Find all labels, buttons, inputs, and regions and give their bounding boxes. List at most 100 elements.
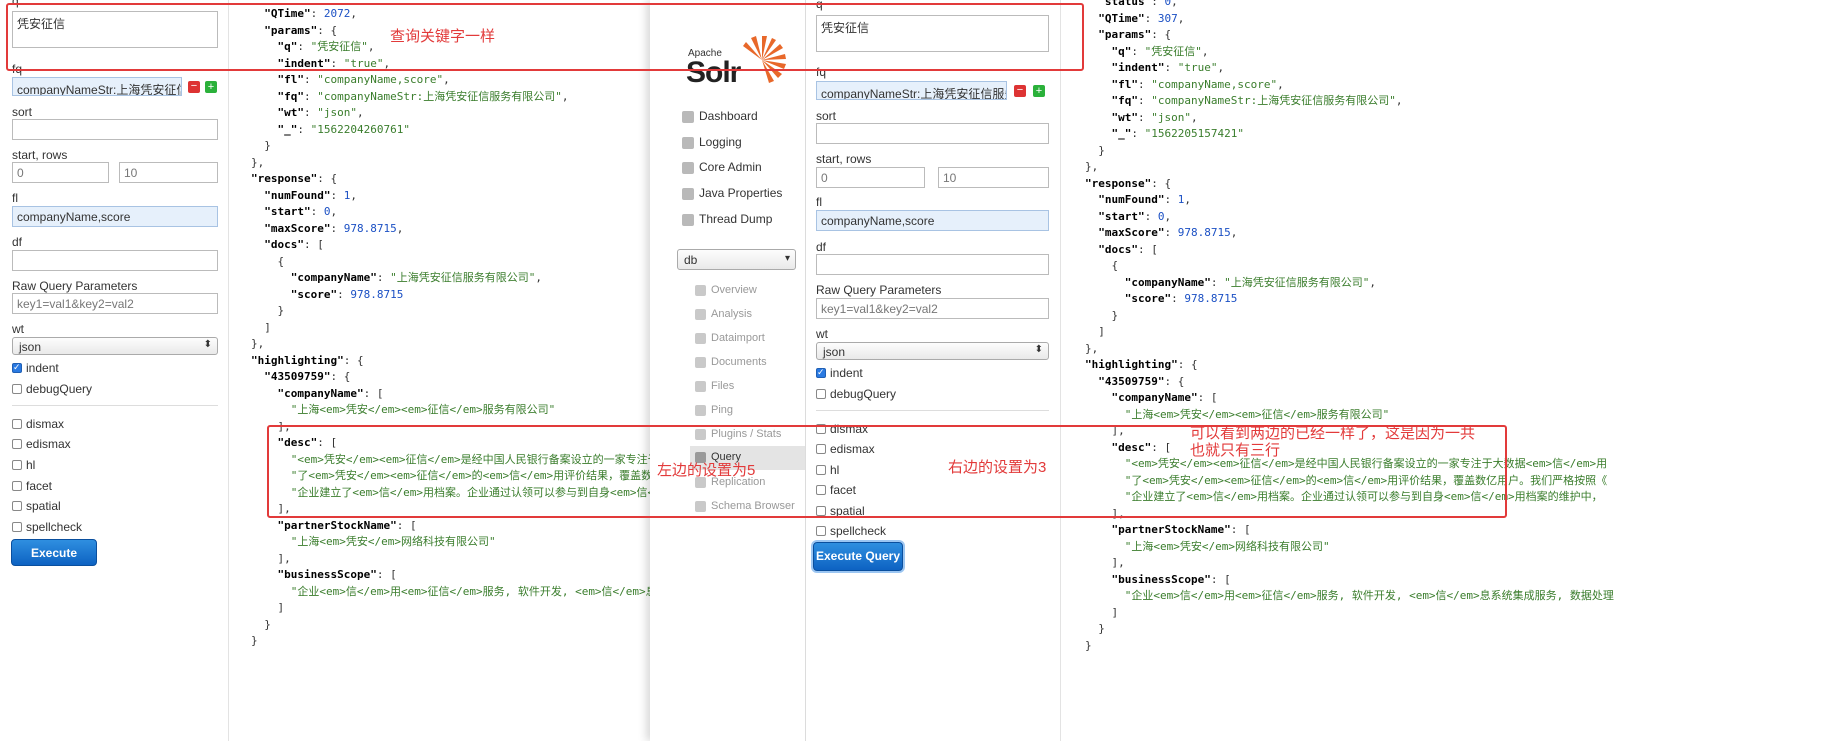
df-label: df bbox=[816, 240, 827, 254]
core-selector-value: db bbox=[684, 253, 698, 267]
fq-input[interactable]: companyNameStr:上海凭安征信服务有限公司 bbox=[816, 81, 1007, 100]
sort-input[interactable] bbox=[12, 119, 218, 140]
core-menu-ping[interactable]: Ping bbox=[711, 404, 733, 416]
dashboard-icon bbox=[682, 111, 694, 123]
right-json-line: ], bbox=[1085, 556, 1125, 569]
divider bbox=[12, 405, 218, 406]
select-arrows-icon: ⬍ bbox=[203, 339, 212, 350]
core-menu-analysis[interactable]: Analysis bbox=[711, 308, 752, 320]
hl-label: hl bbox=[26, 458, 36, 472]
right-json-line: "wt": "json", bbox=[1111, 110, 1198, 124]
wt-select[interactable]: json ⬍ bbox=[816, 342, 1049, 360]
wt-select[interactable]: json ⬍ bbox=[12, 337, 218, 355]
left-json-line: "start": 0, bbox=[264, 205, 338, 218]
wt-select-value: json bbox=[823, 345, 846, 359]
facet-label: facet bbox=[26, 479, 53, 493]
right-json-line: "上海<em>凭安</em><em>征信</em>服务有限公司" bbox=[1124, 407, 1390, 421]
indent-checkbox[interactable] bbox=[816, 367, 826, 378]
left-json-line: "上海<em>凭安</em><em>征信</em>服务有限公司" bbox=[290, 403, 556, 416]
debugquery-label: debugQuery bbox=[830, 387, 897, 401]
start-rows-label: start, rows bbox=[12, 148, 68, 162]
annotation-explanation: 可以看到两边的已经一样了，这是因为一共 也就只有三行 bbox=[1190, 425, 1476, 459]
left-response-json: "QTime": 2072, "params": { "q": "凭安征信", … bbox=[251, 6, 690, 650]
nav-thread-dump[interactable]: Thread Dump bbox=[699, 212, 772, 226]
raw-params-input[interactable]: key1=val1&key2=val2 bbox=[12, 293, 218, 314]
add-fq-button[interactable]: + bbox=[1033, 85, 1045, 97]
left-json-line: "fq": "companyNameStr:上海凭安征信服务有限公司", bbox=[277, 89, 569, 103]
fl-input[interactable]: companyName,score bbox=[12, 206, 218, 227]
right-json-line: "maxScore": 978.8715, bbox=[1098, 226, 1238, 239]
sort-input[interactable] bbox=[816, 123, 1049, 144]
spellcheck-label: spellcheck bbox=[830, 524, 887, 538]
hl-checkbox[interactable] bbox=[12, 460, 22, 470]
sort-label: sort bbox=[12, 105, 33, 119]
remove-fq-button[interactable]: − bbox=[1014, 85, 1026, 97]
right-json-line: "status": 0, bbox=[1098, 0, 1178, 8]
rows-input[interactable]: 10 bbox=[119, 162, 218, 183]
start-input[interactable]: 0 bbox=[12, 162, 109, 183]
nav-java-properties[interactable]: Java Properties bbox=[699, 186, 782, 200]
start-input[interactable]: 0 bbox=[816, 167, 925, 188]
df-input[interactable] bbox=[12, 250, 218, 271]
nav-dashboard[interactable]: Dashboard bbox=[699, 109, 758, 123]
nav-logging[interactable]: Logging bbox=[699, 135, 742, 149]
right-json-line: "QTime": 307, bbox=[1098, 11, 1185, 25]
execute-query-button[interactable]: Execute Query bbox=[813, 542, 903, 571]
right-json-line: "score": 978.8715 bbox=[1124, 292, 1238, 305]
wt-label: wt bbox=[816, 327, 828, 341]
raw-params-input[interactable]: key1=val1&key2=val2 bbox=[816, 298, 1049, 319]
core-menu-overview[interactable]: Overview bbox=[711, 284, 757, 296]
annotation-left-setting: 左边的设置为5 bbox=[657, 462, 756, 479]
left-json-line: } bbox=[251, 139, 271, 152]
indent-label: indent bbox=[26, 361, 59, 375]
right-json-line: "companyName": [ bbox=[1111, 391, 1218, 404]
debugquery-checkbox[interactable] bbox=[12, 384, 22, 394]
annotation-right-setting: 右边的设置为3 bbox=[948, 459, 1047, 476]
fl-input[interactable]: companyName,score bbox=[816, 210, 1049, 231]
left-json-line: "fl": "companyName,score", bbox=[277, 73, 450, 86]
left-json-line: } bbox=[251, 304, 285, 317]
fl-label: fl bbox=[12, 191, 18, 205]
right-json-line: "43509759": { bbox=[1098, 374, 1185, 388]
right-json-line: "businessScope": [ bbox=[1111, 572, 1231, 586]
right-json-line: ] bbox=[1085, 325, 1105, 338]
left-json-line: "docs": [ bbox=[264, 238, 324, 251]
left-json-line: "企业<em>信</em>用<em>征信</em>服务, 软件开发, <em>信… bbox=[290, 584, 690, 598]
fq-input[interactable]: companyNameStr:上海凭安征信服务有限公司 bbox=[12, 77, 182, 96]
analysis-icon bbox=[695, 309, 706, 320]
indent-checkbox[interactable] bbox=[12, 362, 22, 373]
core-menu-files[interactable]: Files bbox=[711, 380, 734, 392]
ping-icon bbox=[695, 405, 706, 416]
nav-core-admin[interactable]: Core Admin bbox=[699, 160, 762, 174]
wt-label: wt bbox=[12, 322, 24, 336]
right-json-line: "highlighting": { bbox=[1085, 358, 1198, 371]
raw-params-label: Raw Query Parameters bbox=[816, 283, 942, 297]
add-fq-button[interactable]: + bbox=[205, 81, 217, 93]
execute-query-button[interactable]: Execute Query bbox=[11, 539, 97, 586]
spatial-label: spatial bbox=[26, 499, 61, 513]
spatial-checkbox[interactable] bbox=[12, 501, 22, 511]
right-json-line: "indent": "true", bbox=[1111, 61, 1225, 74]
overview-icon bbox=[695, 285, 706, 296]
dataimport-icon bbox=[695, 333, 706, 344]
df-input[interactable] bbox=[816, 254, 1049, 275]
facet-checkbox[interactable] bbox=[12, 481, 22, 491]
left-json-line: "上海<em>凭安</em>网络科技有限公司" bbox=[290, 535, 496, 548]
edismax-checkbox[interactable] bbox=[12, 439, 22, 449]
rows-input[interactable]: 10 bbox=[938, 167, 1049, 188]
form-divider bbox=[1060, 0, 1061, 741]
right-json-line: "fq": "companyNameStr:上海凭安征信服务有限公司", bbox=[1111, 94, 1403, 107]
spellcheck-checkbox[interactable] bbox=[12, 522, 22, 532]
right-json-line: } bbox=[1085, 143, 1105, 157]
left-json-line: ], bbox=[251, 551, 291, 565]
spellcheck-checkbox[interactable] bbox=[816, 526, 826, 536]
debugquery-checkbox[interactable] bbox=[816, 389, 826, 399]
core-selector[interactable]: db ▾ bbox=[677, 249, 796, 270]
dismax-checkbox[interactable] bbox=[12, 419, 22, 429]
core-menu-documents[interactable]: Documents bbox=[711, 356, 767, 368]
core-menu-dataimport[interactable]: Dataimport bbox=[711, 332, 765, 344]
left-json-line: "wt": "json", bbox=[277, 106, 364, 119]
start-rows-label: start, rows bbox=[816, 152, 872, 166]
df-label: df bbox=[12, 235, 23, 249]
remove-fq-button[interactable]: − bbox=[188, 81, 200, 93]
